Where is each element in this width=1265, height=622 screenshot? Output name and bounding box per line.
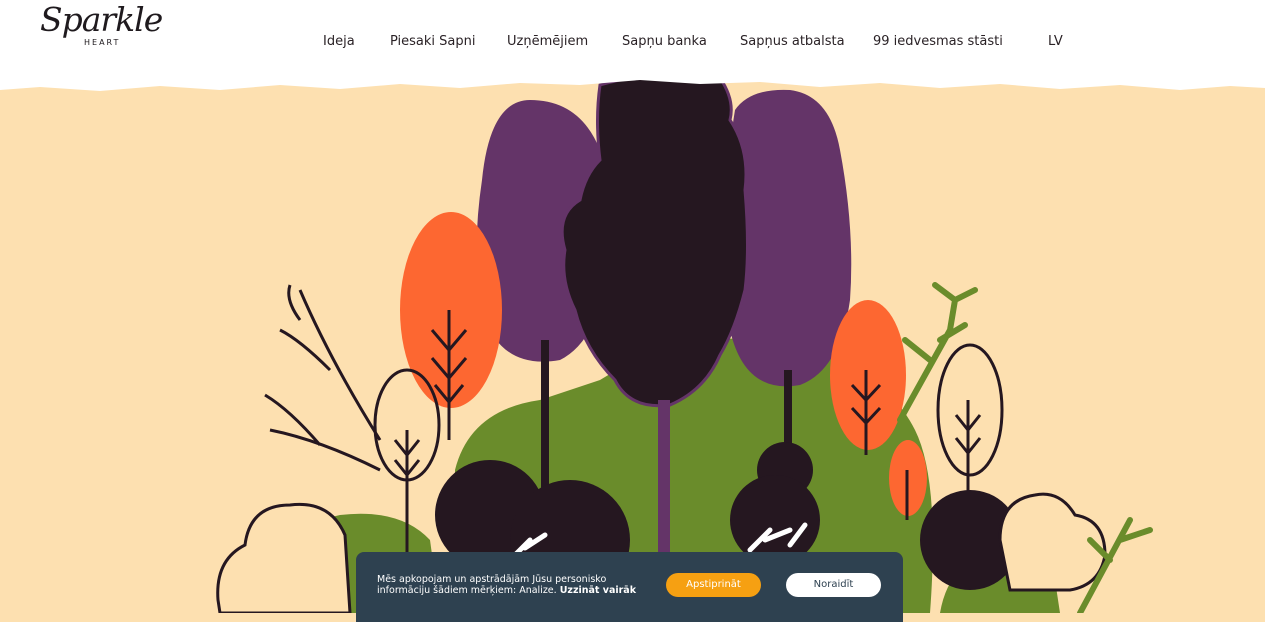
- outlined-tree-right: [936, 343, 1004, 477]
- nav-item-sapnus-atbalsta[interactable]: Sapņus atbalsta: [740, 34, 845, 49]
- orange-tree-right: [830, 300, 906, 450]
- dark-tree-center: [560, 73, 749, 408]
- cookie-accept-button[interactable]: Apstiprināt: [666, 573, 761, 597]
- main-nav: Ideja Piesaki Sapni Uzņēmējiem Sapņu ban…: [0, 34, 1265, 54]
- cookie-message: Mēs apkopojam un apstrādājām Jūsu person…: [377, 574, 657, 596]
- nav-item-ideja[interactable]: Ideja: [323, 34, 355, 49]
- outlined-bush-left: [216, 502, 352, 613]
- sparkle-heart-logo[interactable]: Sparkle HEART: [36, 0, 163, 66]
- nav-item-piesaki-sapni[interactable]: Piesaki Sapni: [390, 34, 476, 49]
- nav-item-sapnu-banka[interactable]: Sapņu banka: [622, 34, 707, 49]
- fern-left: [264, 284, 382, 472]
- cookie-learn-more-link[interactable]: Uzzināt vairāk: [560, 585, 636, 596]
- orange-tree-left: [400, 212, 502, 408]
- site-header: Sparkle HEART Ideja Piesaki Sapni Uzņēmē…: [0, 0, 1265, 92]
- cookie-reject-button[interactable]: Noraidīt: [786, 573, 881, 597]
- language-switcher[interactable]: LV: [1048, 34, 1063, 49]
- cookie-consent-bar: Mēs apkopojam un apstrādājām Jūsu person…: [356, 552, 903, 622]
- nav-item-uznemejiem[interactable]: Uzņēmējiem: [507, 34, 588, 49]
- nav-item-iedvesmas-stasti[interactable]: 99 iedvesmas stāsti: [873, 34, 1003, 49]
